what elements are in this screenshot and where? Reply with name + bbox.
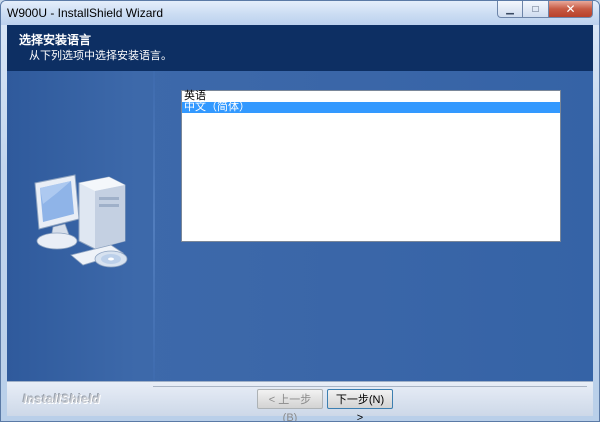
header-subtitle: 从下列选项中选择安装语言。 (29, 50, 172, 62)
language-option-chinese-simplified[interactable]: 中文（简体） (182, 102, 560, 113)
footer-divider (153, 386, 587, 387)
close-button[interactable]: ✕ (549, 1, 593, 18)
computer-cd-icon (34, 174, 128, 268)
title-bar[interactable]: W900U - InstallShield Wizard ▁ □ ✕ (1, 1, 599, 25)
window-title: W900U - InstallShield Wizard (7, 6, 164, 20)
maximize-button[interactable]: □ (523, 1, 549, 18)
window-controls: ▁ □ ✕ (497, 1, 593, 19)
wizard-footer: InstallShield < 上一步(B) 下一步(N) > (7, 381, 593, 421)
language-listbox[interactable]: 英语 中文（简体） (181, 90, 561, 242)
wizard-header: 选择安装语言 从下列选项中选择安装语言。 (7, 25, 593, 71)
installer-window: W900U - InstallShield Wizard ▁ □ ✕ 选择安装语… (0, 0, 600, 422)
header-title: 选择安装语言 (19, 33, 92, 47)
installshield-logo: InstallShield (23, 392, 101, 406)
back-button[interactable]: < 上一步(B) (257, 389, 323, 421)
minimize-button[interactable]: ▁ (497, 1, 523, 18)
wizard-content: 英语 中文（简体） (7, 71, 593, 381)
next-button[interactable]: 下一步(N) > (327, 389, 393, 421)
side-divider (153, 71, 155, 381)
